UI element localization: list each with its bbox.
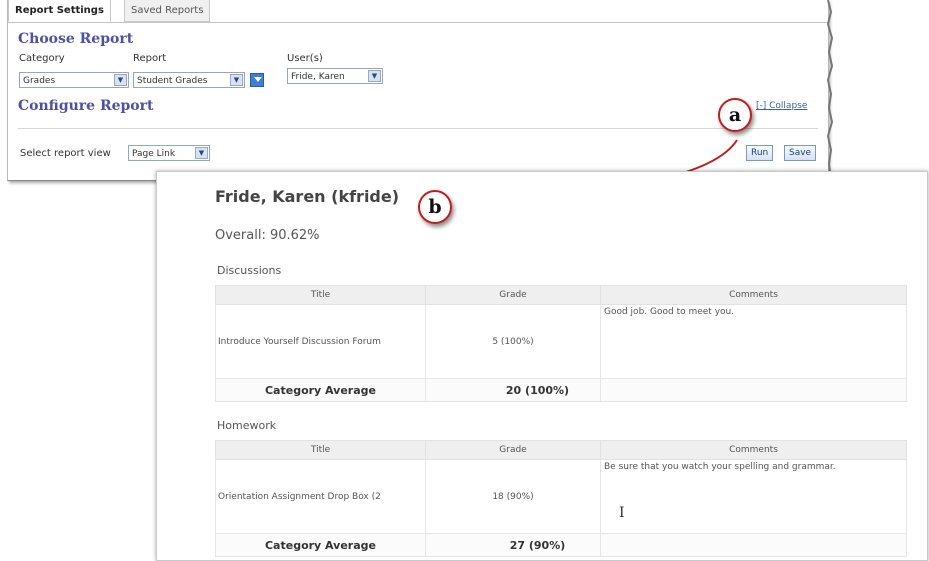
row-title: Introduce Yourself Discussion Forum [215, 304, 426, 379]
column-header-title: Title [215, 285, 426, 305]
table-header: Title Grade Comments [215, 285, 907, 305]
callout-b: b [418, 190, 452, 224]
row-comments: Good job. Good to meet you. [600, 304, 907, 379]
category-average-label: Category Average [215, 533, 426, 557]
row-grade: 18 (90%) [425, 459, 601, 534]
student-name: Fride, Karen (kfride) [215, 187, 400, 206]
column-header-grade: Grade [425, 440, 601, 460]
grades-table-homework: Title Grade Comments Orientation Assignm… [215, 440, 907, 557]
column-header-title: Title [215, 440, 426, 460]
category-average-row: Category Average 27 (90%) [215, 533, 907, 557]
table-row: Orientation Assignment Drop Box (2 18 (9… [215, 459, 907, 534]
category-title-discussions: Discussions [217, 264, 282, 277]
category-average-empty [600, 533, 907, 557]
overall-grade: Overall: 90.62% [215, 228, 320, 243]
column-header-comments: Comments [600, 440, 907, 460]
category-average-row: Category Average 20 (100%) [215, 378, 907, 402]
category-title-homework: Homework [217, 419, 277, 432]
category-average-value: 27 (90%) [425, 533, 601, 557]
category-average-value: 20 (100%) [425, 378, 601, 402]
callout-a: a [718, 98, 752, 132]
column-header-comments: Comments [600, 285, 907, 305]
table-header: Title Grade Comments [215, 440, 907, 460]
row-grade: 5 (100%) [425, 304, 601, 379]
table-row: Introduce Yourself Discussion Forum 5 (1… [215, 304, 907, 379]
row-comments: Be sure that you watch your spelling and… [600, 459, 907, 534]
category-average-empty [600, 378, 907, 402]
report-view-panel: Fride, Karen (kfride) Overall: 90.62% Di… [156, 171, 928, 561]
row-title: Orientation Assignment Drop Box (2 [215, 459, 426, 534]
category-average-label: Category Average [215, 378, 426, 402]
grades-table-discussions: Title Grade Comments Introduce Yourself … [215, 285, 907, 402]
column-header-grade: Grade [425, 285, 601, 305]
text-cursor-icon: I [619, 505, 625, 521]
